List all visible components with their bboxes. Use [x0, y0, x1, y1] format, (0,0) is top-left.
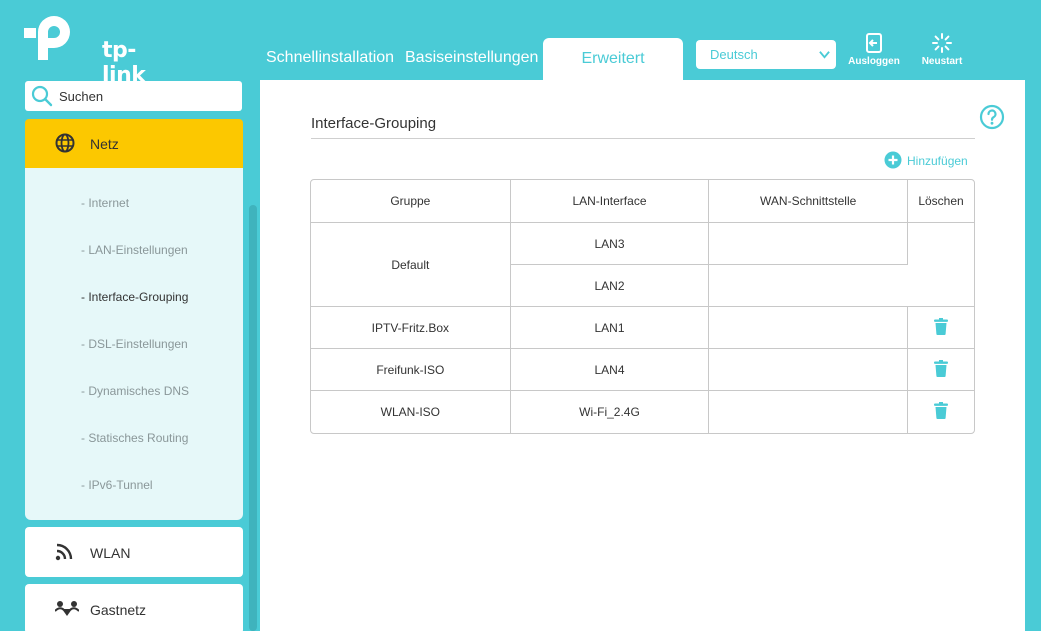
submenu-internet[interactable]: - Internet: [81, 196, 129, 210]
table-header-row: Gruppe LAN-Interface WAN-Schnittstelle L…: [311, 180, 974, 223]
cell-wan: [709, 265, 909, 307]
tab-advanced[interactable]: Erweitert: [543, 38, 683, 80]
cell-lan: Wi-Fi_2.4G: [511, 391, 710, 433]
wifi-icon: [55, 543, 73, 561]
tp-link-logo: tp-link: [24, 12, 164, 88]
page-title: Interface-Grouping: [311, 115, 437, 132]
search-input[interactable]: [59, 86, 234, 106]
search-box: [25, 81, 242, 111]
column-header-wan: WAN-Schnittstelle: [709, 180, 909, 223]
table-row: WLAN-ISO Wi-Fi_2.4G: [311, 391, 974, 433]
cell-group: WLAN-ISO: [311, 391, 511, 433]
help-icon[interactable]: [979, 104, 1005, 130]
logout-label: Ausloggen: [848, 56, 900, 67]
interface-group-table: Gruppe LAN-Interface WAN-Schnittstelle L…: [310, 179, 975, 434]
language-selected-value: Deutsch: [710, 47, 758, 62]
reboot-label: Neustart: [921, 56, 963, 67]
reboot-icon: [932, 33, 952, 53]
trash-icon[interactable]: [934, 317, 948, 335]
chevron-down-icon: [819, 51, 830, 59]
table-row: Freifunk-ISO LAN4: [311, 349, 974, 391]
cell-lan: LAN2: [510, 265, 710, 307]
title-divider: [311, 138, 975, 139]
table-row: IPTV-Fritz.Box LAN1: [311, 307, 974, 349]
sidebar-submenu: - Internet - LAN-Einstellungen - Interfa…: [25, 168, 243, 520]
search-icon[interactable]: [31, 85, 53, 107]
cell-delete-empty: [908, 223, 974, 307]
sidebar-item-wlan[interactable]: WLAN: [25, 527, 243, 577]
cell-group: IPTV-Fritz.Box: [311, 307, 511, 349]
cell-wan: [709, 223, 909, 265]
tp-link-logo-mark: [24, 16, 70, 60]
main-content: Interface-Grouping Hinzufügen Gruppe LAN…: [260, 80, 1025, 631]
submenu-lan-settings[interactable]: - LAN-Einstellungen: [81, 243, 188, 257]
submenu-dsl-settings[interactable]: - DSL-Einstellungen: [81, 337, 188, 351]
trash-icon[interactable]: [934, 359, 948, 377]
column-header-lan: LAN-Interface: [510, 180, 710, 223]
cell-delete: [908, 307, 974, 349]
cell-lan: LAN4: [510, 349, 710, 391]
submenu-static-routing[interactable]: - Statisches Routing: [81, 431, 188, 445]
cell-group: Freifunk-ISO: [311, 349, 511, 391]
sidebar-item-label: Netz: [90, 136, 119, 152]
add-icon: [884, 151, 902, 169]
language-select[interactable]: Deutsch: [696, 40, 836, 69]
logout-button[interactable]: Ausloggen: [846, 32, 902, 67]
sidebar-scrollbar[interactable]: [249, 205, 257, 631]
reboot-button[interactable]: Neustart: [914, 32, 970, 67]
cell-wan: [709, 349, 909, 391]
submenu-ipv6-tunnel[interactable]: - IPv6-Tunnel: [81, 478, 153, 492]
cell-wan: [709, 307, 909, 349]
guest-network-icon: [55, 601, 79, 616]
cell-delete: [908, 349, 974, 391]
column-header-delete: Löschen: [908, 180, 974, 223]
submenu-interface-grouping[interactable]: - Interface-Grouping: [81, 290, 188, 304]
cell-lan: LAN1: [510, 307, 710, 349]
cell-delete: [908, 391, 974, 433]
logout-icon: [866, 33, 882, 53]
tab-quick-setup[interactable]: Schnellinstallation: [266, 38, 394, 80]
cell-lan: LAN3: [510, 223, 710, 265]
sidebar-item-label: Gastnetz: [90, 602, 147, 618]
sidebar-item-netz[interactable]: Netz: [25, 119, 243, 168]
sidebar-item-gastnetz[interactable]: Gastnetz: [25, 584, 243, 631]
globe-icon: [55, 133, 75, 153]
table-row: Default LAN3: [311, 223, 974, 307]
add-label: Hinzufügen: [907, 154, 968, 168]
sidebar-item-label: WLAN: [90, 545, 131, 561]
column-header-group: Gruppe: [311, 180, 511, 223]
tab-basic[interactable]: Basiseinstellungen: [405, 38, 538, 80]
trash-icon[interactable]: [934, 402, 948, 419]
cell-group: Default: [311, 223, 511, 307]
submenu-dynamic-dns[interactable]: - Dynamisches DNS: [81, 384, 189, 398]
cell-wan: [709, 391, 909, 433]
